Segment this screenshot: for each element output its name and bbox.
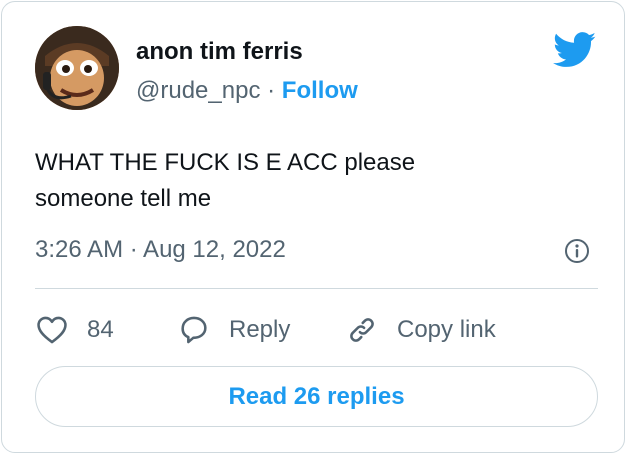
heart-icon [37,316,67,344]
link-icon [350,318,374,342]
reply-icon [181,316,207,344]
handle-separator: · [267,77,276,104]
copy-link-button[interactable]: Copy link [345,310,496,350]
divider [35,288,598,289]
read-replies-button[interactable]: Read 26 replies [35,366,598,427]
info-icon[interactable] [564,238,590,264]
author-handle-row: @rude_npc · Follow [136,77,358,105]
like-button[interactable]: 84 [35,310,114,350]
avatar-image [35,26,119,110]
tweet-text-line-1: WHAT THE FUCK IS E ACC please [35,149,416,176]
author-handle[interactable]: @rude_npc [136,77,260,104]
twitter-bird-icon[interactable] [553,32,597,68]
tweet-card: anon tim ferris @rude_npc · Follow WHAT … [1,1,625,453]
like-count: 84 [87,316,114,343]
copy-link-label: Copy link [397,316,496,343]
avatar[interactable] [35,26,119,110]
tweet-timestamp[interactable]: 3:26 AM · Aug 12, 2022 [35,236,286,264]
follow-link[interactable]: Follow [282,77,358,104]
tweet-text: WHAT THE FUCK IS E ACC please someone te… [35,145,595,217]
reply-button[interactable]: Reply [177,310,290,350]
author-name[interactable]: anon tim ferris [136,38,303,66]
tweet-text-line-2: someone tell me [35,185,212,212]
reply-label: Reply [229,316,291,343]
